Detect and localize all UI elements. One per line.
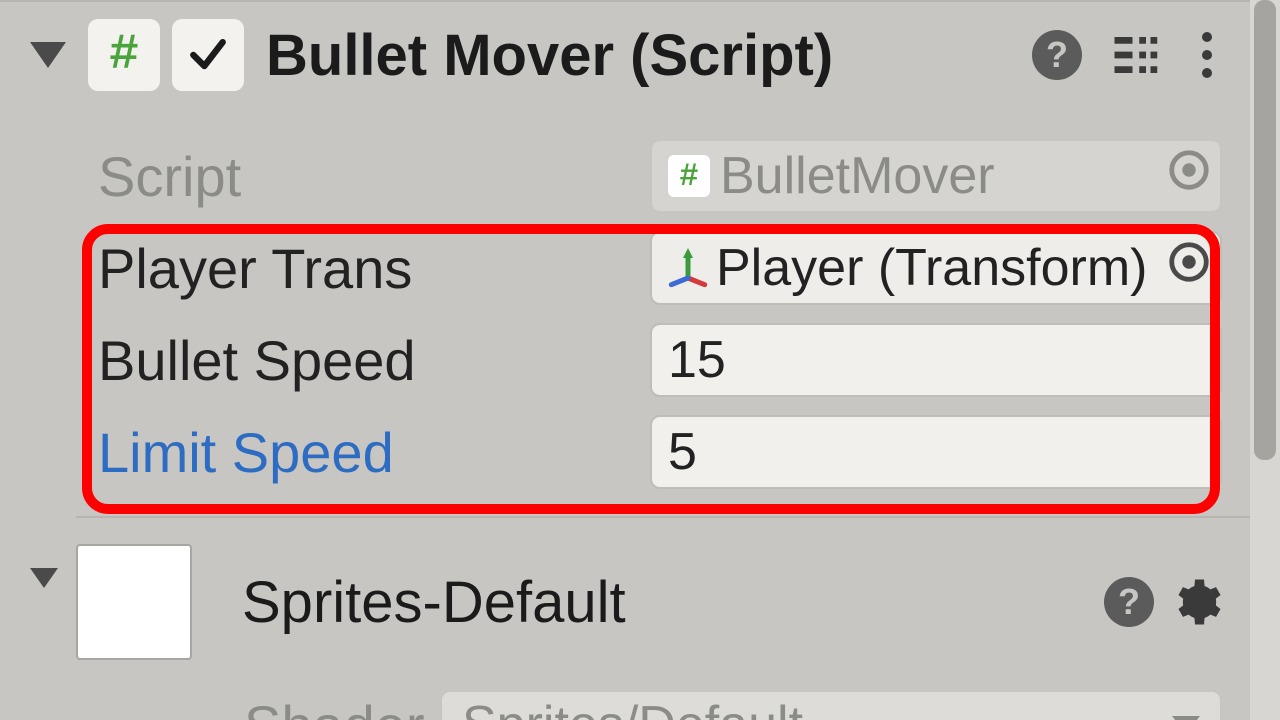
script-icon: # (88, 19, 160, 91)
player-trans-field[interactable]: Player (Transform) (650, 231, 1222, 305)
transform-icon (668, 248, 708, 288)
context-menu-icon[interactable] (1192, 32, 1222, 78)
object-picker-icon[interactable] (1166, 146, 1212, 206)
limit-speed-row: Limit Speed 5 (98, 406, 1222, 498)
shader-dropdown[interactable]: Sprites/Default (440, 690, 1222, 720)
shader-label: Shader (244, 693, 440, 720)
help-icon[interactable]: ? (1032, 30, 1082, 80)
limit-speed-label: Limit Speed (98, 420, 650, 485)
help-icon[interactable]: ? (1104, 577, 1154, 627)
scrollbar-thumb[interactable] (1254, 0, 1276, 460)
scrollbar[interactable] (1250, 0, 1280, 720)
hash-icon: # (109, 27, 139, 84)
enabled-checkbox[interactable] (172, 19, 244, 91)
player-trans-row: Player Trans Player (Transform) (98, 222, 1222, 314)
limit-speed-input[interactable]: 5 (650, 415, 1222, 489)
material-preview[interactable] (76, 544, 192, 660)
material-header: Sprites-Default ? (76, 516, 1250, 686)
bullet-speed-input[interactable]: 15 (650, 323, 1222, 397)
script-mini-icon: # (668, 155, 710, 197)
checkmark-icon (186, 33, 230, 77)
script-row: Script # BulletMover (98, 130, 1222, 222)
player-trans-label: Player Trans (98, 236, 650, 301)
material-name: Sprites-Default (242, 569, 1104, 636)
bullet-speed-label: Bullet Speed (98, 328, 650, 393)
chevron-down-icon (1172, 716, 1200, 720)
script-field: # BulletMover (650, 139, 1222, 213)
gear-icon[interactable] (1168, 575, 1222, 629)
component-header: # Bullet Mover (Script) ? (0, 0, 1250, 108)
object-picker-icon[interactable] (1166, 238, 1212, 298)
component-title: Bullet Mover (Script) (266, 22, 1032, 89)
bullet-speed-row: Bullet Speed 15 (98, 314, 1222, 406)
script-label: Script (98, 144, 650, 209)
material-foldout[interactable] (30, 568, 58, 588)
foldout-toggle[interactable] (30, 42, 66, 68)
preset-icon[interactable] (1110, 28, 1164, 82)
shader-row: Shader Sprites/Default (76, 686, 1250, 720)
